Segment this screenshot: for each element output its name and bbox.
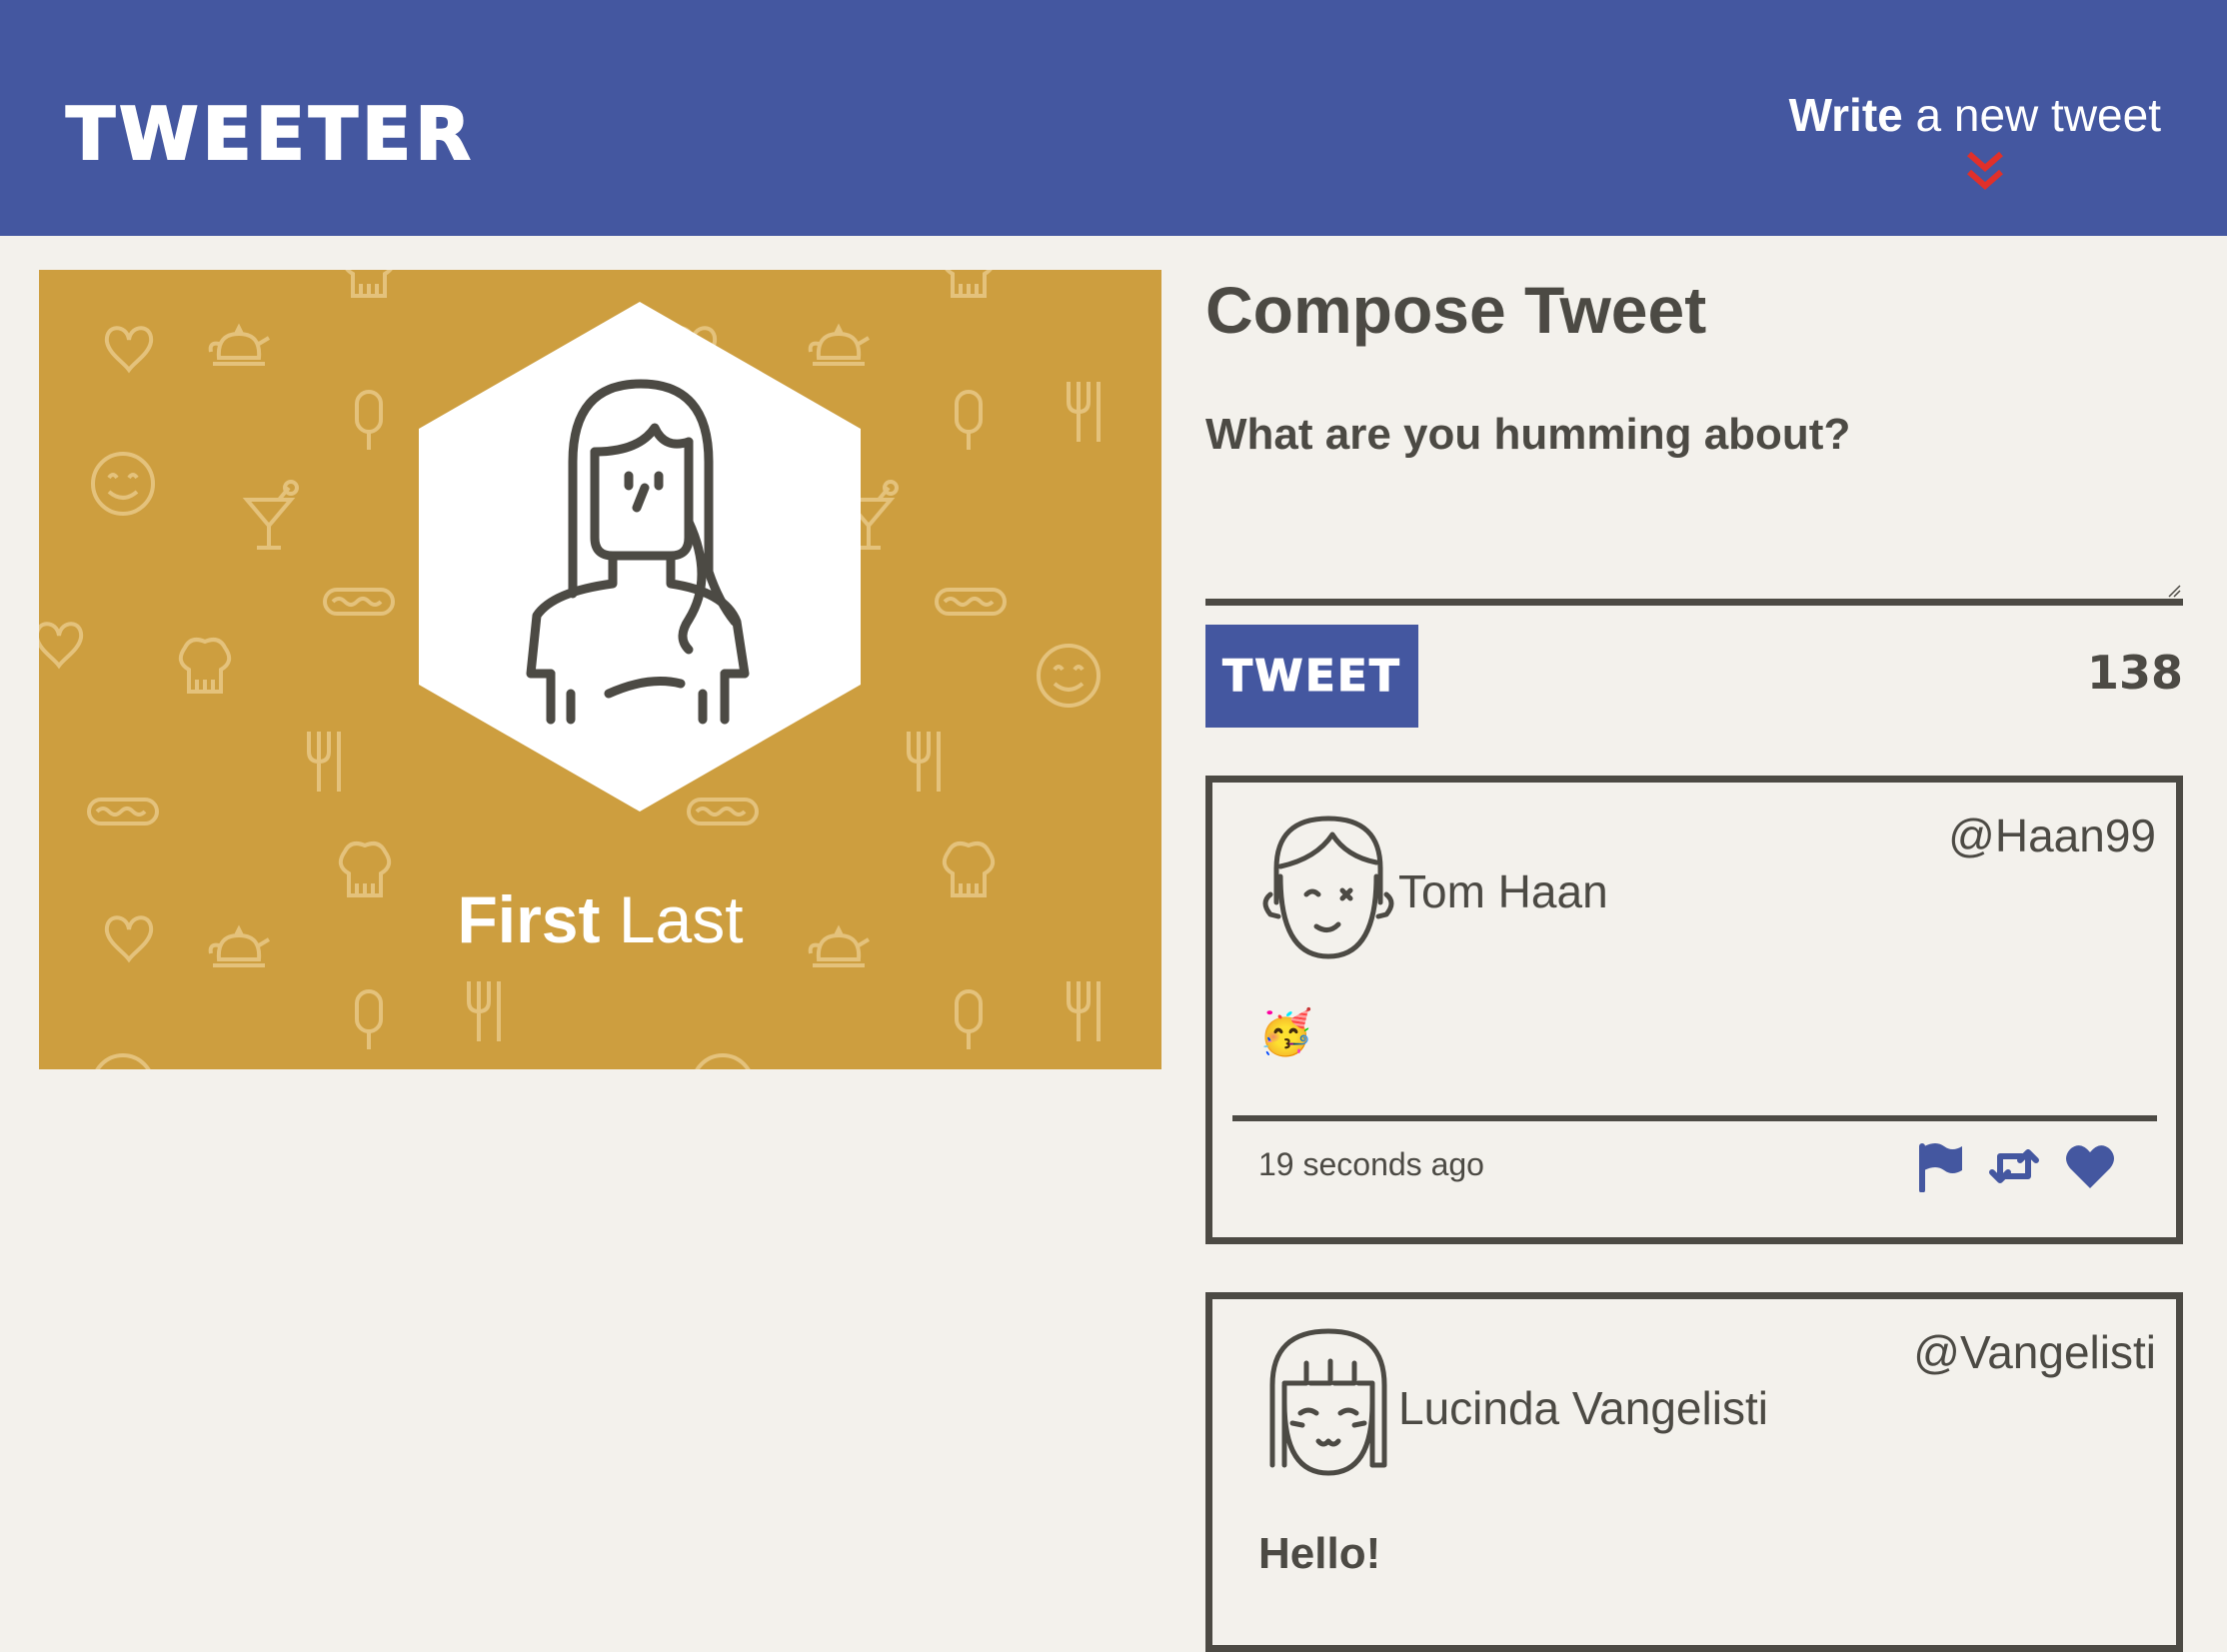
app-logo[interactable]: TWEETER — [65, 91, 475, 177]
compose-prompt-label: What are you humming about? — [1205, 410, 1851, 459]
flag-icon[interactable] — [1914, 1140, 1966, 1192]
tweet-actions — [1914, 1140, 2126, 1192]
profile-name: First Last — [39, 881, 1161, 957]
write-label-bold: Write — [1788, 89, 1903, 141]
tweet-submit-button[interactable]: TWEET — [1205, 625, 1418, 728]
tweet-divider — [1232, 1115, 2157, 1121]
user-avatar — [1262, 816, 1394, 959]
write-new-tweet-link[interactable]: Write a new tweet — [1789, 88, 2161, 142]
profile-avatar — [419, 302, 861, 812]
tweet-textarea[interactable] — [1205, 470, 2183, 606]
resize-grip-icon[interactable] — [2167, 584, 2181, 598]
compose-title: Compose Tweet — [1205, 273, 1707, 347]
user-avatar — [1269, 1328, 1387, 1476]
tweet-author-name: Tom Haan — [1398, 865, 1608, 917]
tweet-author-handle: @Haan99 — [1948, 810, 2156, 861]
tweet-timestamp: 19 seconds ago — [1258, 1146, 1484, 1182]
first-name: First — [457, 882, 601, 956]
retweet-icon[interactable] — [1988, 1140, 2040, 1192]
tweet-content: Hello! — [1258, 1529, 1381, 1578]
tweet-card: Lucinda Vangelisti @Vangelisti Hello! — [1205, 1292, 2183, 1652]
tweet-author-name: Lucinda Vangelisti — [1398, 1382, 1768, 1434]
double-chevron-down-icon[interactable] — [1965, 150, 2005, 194]
last-name: Last — [618, 882, 744, 956]
write-label-rest: a new tweet — [1902, 89, 2162, 141]
character-counter: 138 — [2086, 646, 2183, 700]
top-navbar: TWEETER Write a new tweet — [0, 0, 2227, 236]
profile-card: First Last — [39, 270, 1161, 1069]
tweet-content: 🥳 — [1258, 1008, 1313, 1057]
tweet-card: Tom Haan @Haan99 🥳 19 seconds ago — [1205, 776, 2183, 1244]
heart-icon[interactable] — [2064, 1140, 2116, 1192]
tweet-author-handle: @Vangelisti — [1913, 1326, 2156, 1378]
